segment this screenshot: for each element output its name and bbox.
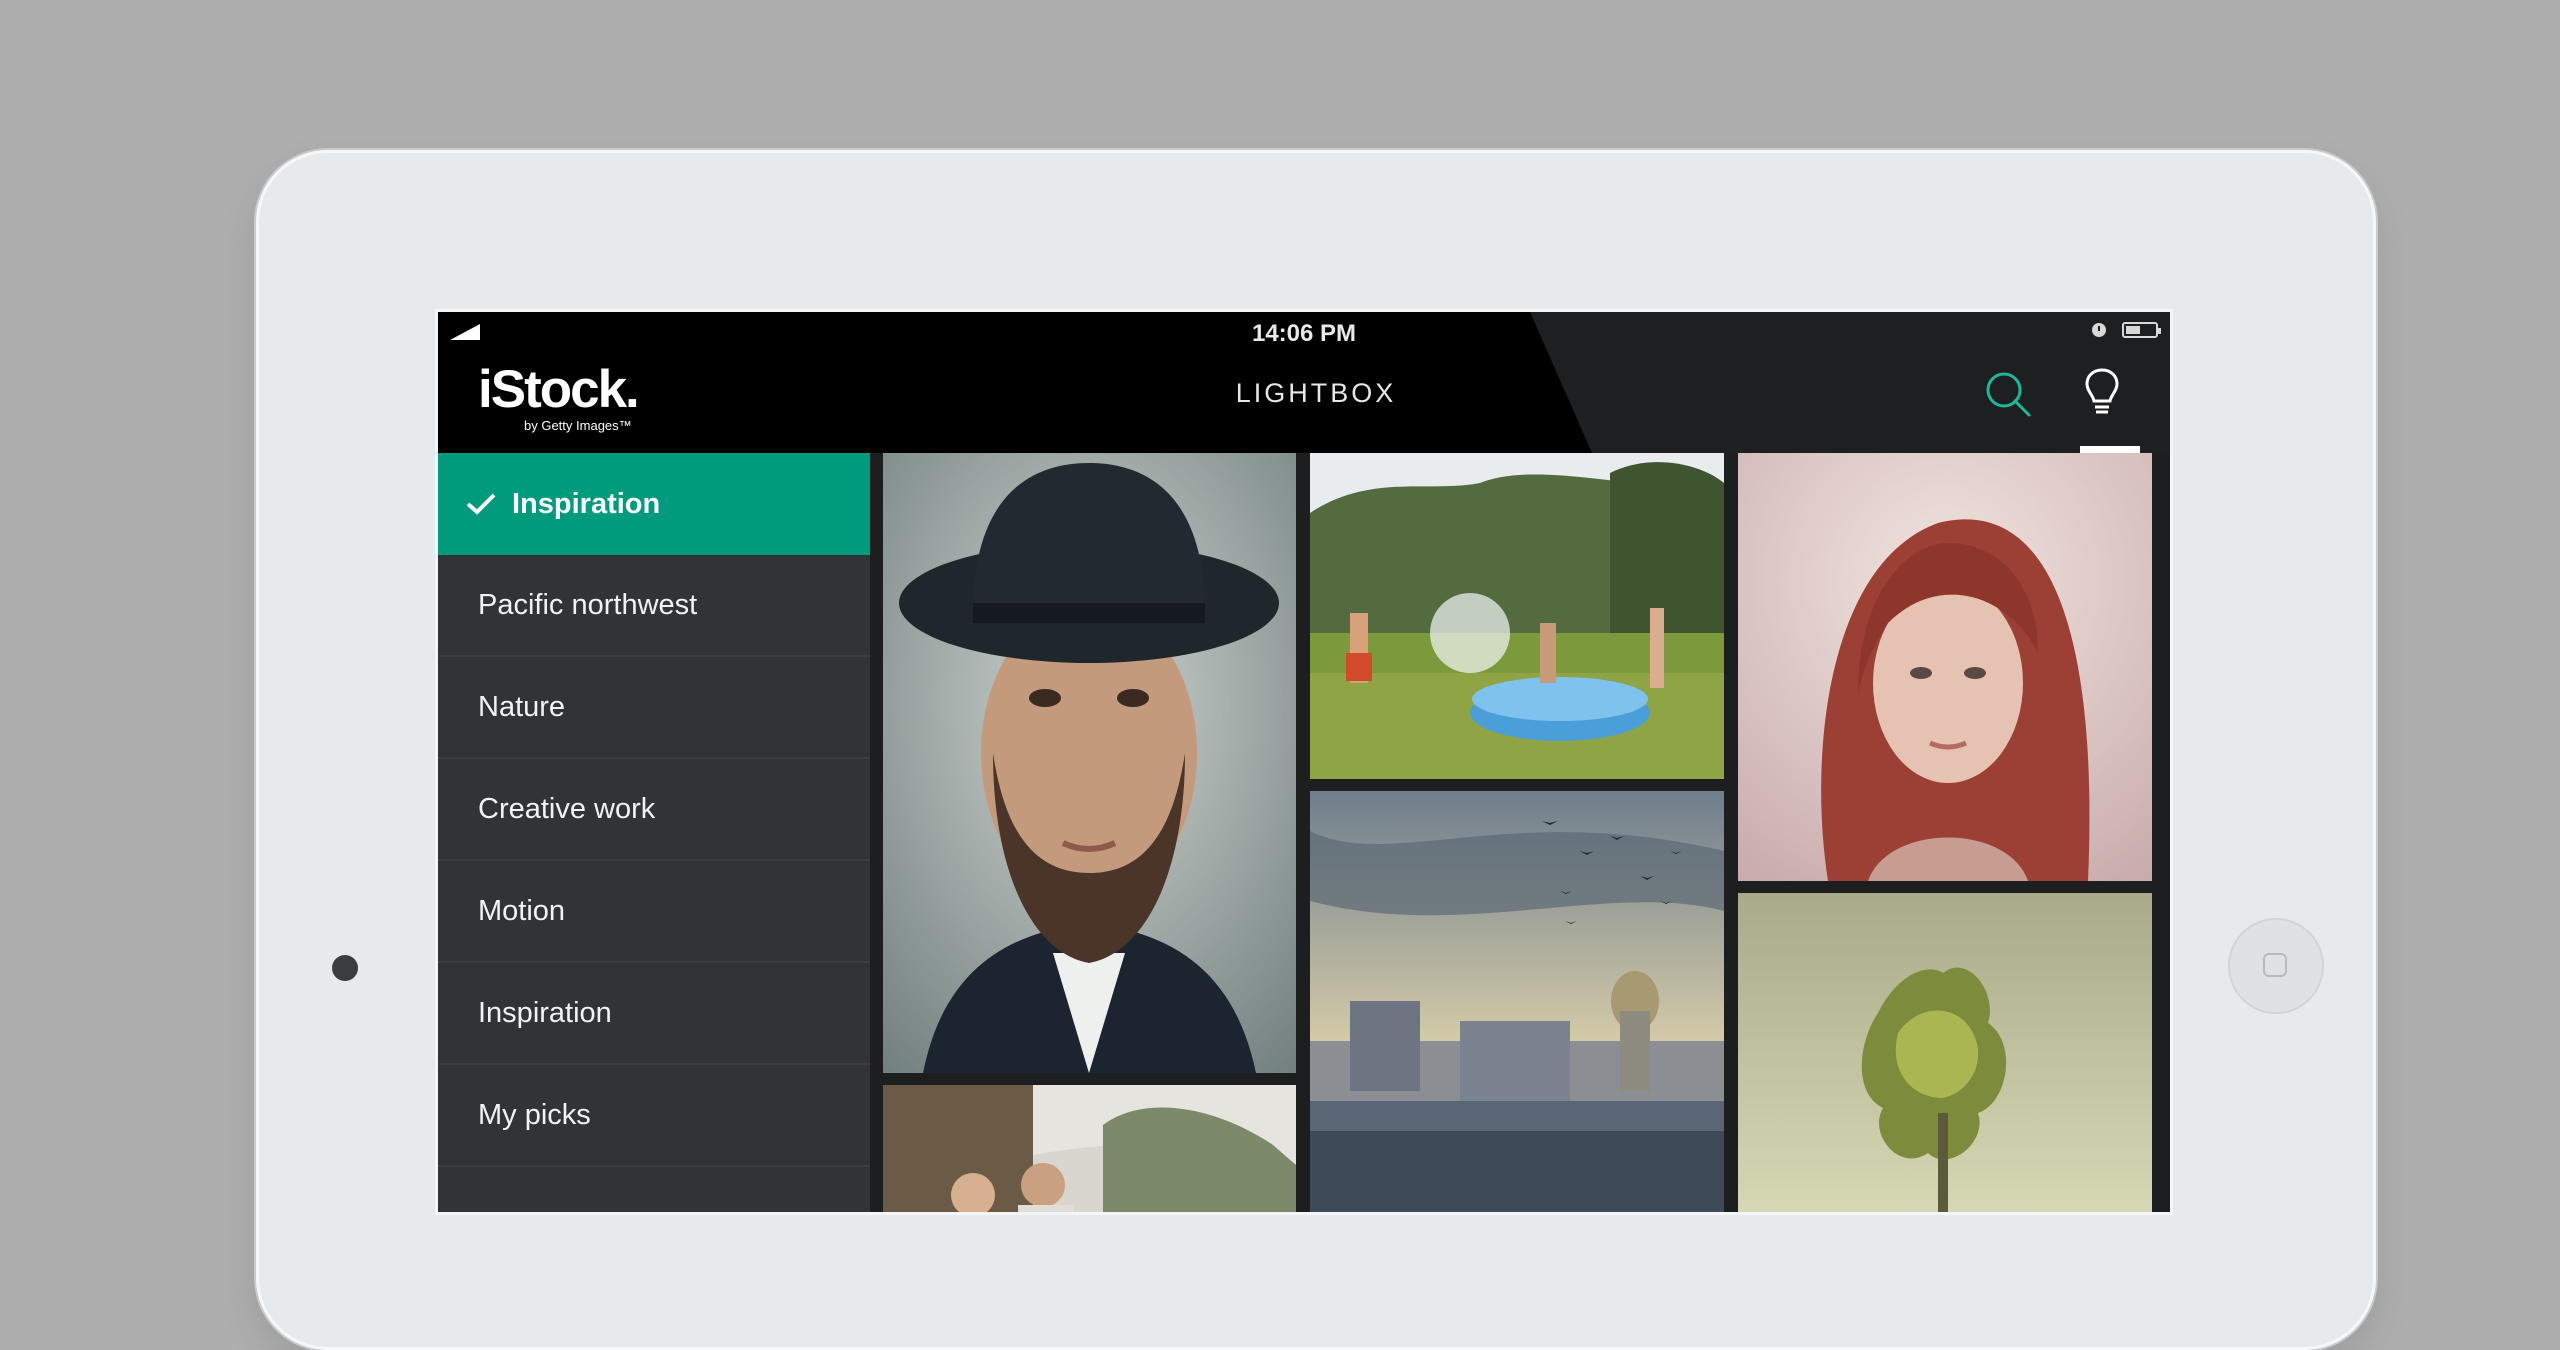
logo-subtext: by Getty Images™ xyxy=(524,418,632,433)
sidebar-item-label: Creative work xyxy=(478,792,656,825)
sidebar-item-motion[interactable]: Motion xyxy=(438,861,870,963)
battery-icon xyxy=(2122,322,2161,338)
status-icons xyxy=(2092,322,2161,338)
home-button[interactable] xyxy=(2228,918,2324,1014)
image-tile-portrait-woman[interactable] xyxy=(1738,453,2152,881)
sidebar-item-inspiration[interactable]: Inspiration xyxy=(438,453,870,555)
lightbox-sidebar: Inspiration Pacific northwest Nature Cre… xyxy=(438,453,870,1212)
sidebar-item-label: My picks xyxy=(478,1098,591,1131)
checkmark-icon xyxy=(466,493,496,515)
sidebar-item-label: Motion xyxy=(478,894,566,927)
image-tile-tree-field[interactable] xyxy=(1738,893,2152,1212)
sidebar-item-label: Inspiration xyxy=(478,996,612,1029)
sidebar-item-my-picks[interactable]: My picks xyxy=(438,1065,870,1167)
lightbulb-icon[interactable] xyxy=(2082,367,2122,419)
sidebar-item-label: Pacific northwest xyxy=(478,588,698,621)
search-icon[interactable] xyxy=(1984,370,2032,418)
sidebar-item-label: Nature xyxy=(478,690,566,723)
active-tab-indicator xyxy=(2080,446,2140,453)
sidebar-item-creative-work[interactable]: Creative work xyxy=(438,759,870,861)
sidebar-item-label: Inspiration xyxy=(512,487,661,520)
alarm-icon xyxy=(2092,323,2106,337)
page-title: LIGHTBOX xyxy=(1235,378,1397,408)
home-button-icon xyxy=(2263,953,2287,977)
sidebar-item-inspiration-2[interactable]: Inspiration xyxy=(438,963,870,1065)
image-tile-paris-skyline[interactable] xyxy=(1310,791,1724,1212)
top-bar: 14:06 PM iStock. by Getty Images™ LIGHTB… xyxy=(438,312,2170,453)
image-tile-portrait-man[interactable] xyxy=(883,453,1296,1073)
status-time: 14:06 PM xyxy=(1251,320,1357,347)
camera xyxy=(332,955,358,981)
sidebar-item-nature[interactable]: Nature xyxy=(438,657,870,759)
app-screen: 14:06 PM iStock. by Getty Images™ LIGHTB… xyxy=(438,312,2170,1212)
sidebar-item-more[interactable] xyxy=(438,1167,870,1212)
image-tile-children-pool[interactable] xyxy=(1310,453,1724,779)
image-tile-couple-forest[interactable] xyxy=(883,1085,1296,1212)
sidebar-item-pacific-northwest[interactable]: Pacific northwest xyxy=(438,555,870,657)
